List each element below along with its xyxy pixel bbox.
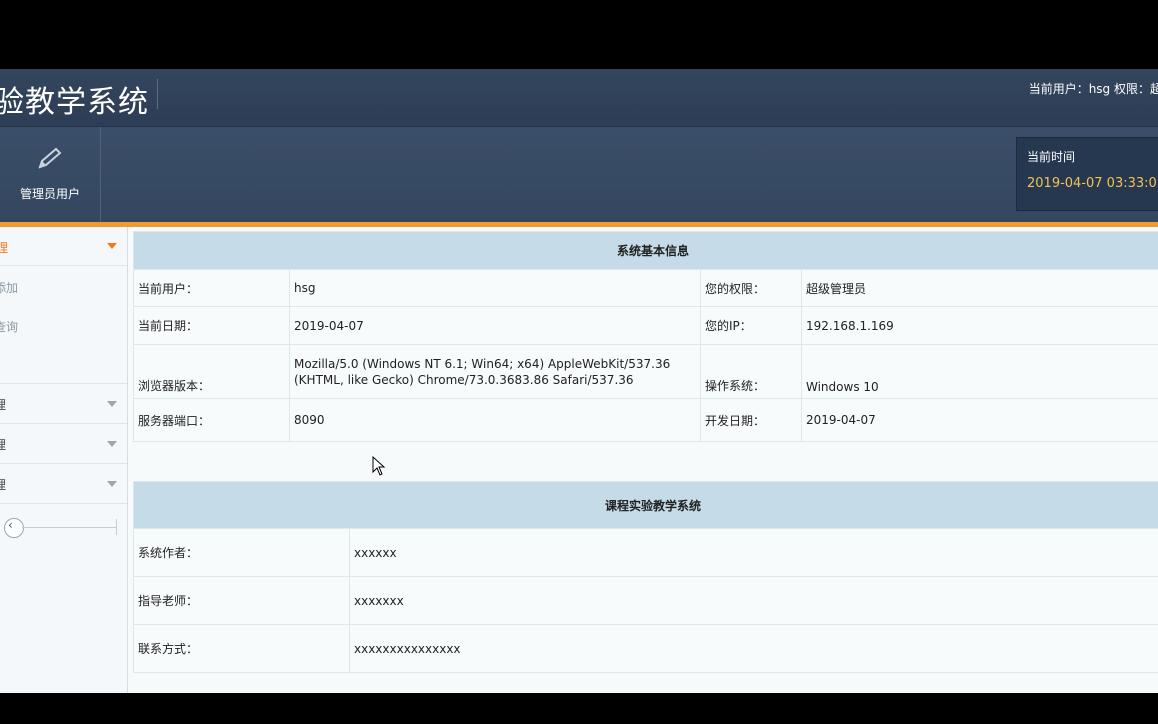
app-title: 验教学系统: [0, 85, 149, 120]
cell-value: 192.168.1.169: [801, 306, 1158, 345]
caret-down-icon: [107, 243, 117, 249]
sidebar-group-2[interactable]: 理: [0, 383, 127, 423]
cell-label: 当前用户：: [133, 269, 290, 307]
system-info-table: 系统基本信息 当前用户： hsg 您的权限： 超级管理员 当前日期： 2019-…: [133, 231, 1158, 442]
table-row: 系统作者： xxxxxx: [133, 528, 1158, 577]
sidebar-divider-end: [116, 519, 117, 535]
admin-user-label: 管理员用户: [19, 187, 80, 201]
cell-label: 服务器端口：: [133, 398, 290, 442]
cell-label: 联系方式：: [133, 624, 350, 673]
cell-value: 2019-04-07: [801, 398, 1158, 442]
sidebar-collapse-button[interactable]: ‹: [4, 518, 24, 538]
cell-label: 开发日期：: [700, 398, 802, 442]
caret-down-icon: [107, 481, 117, 487]
top-header: 验教学系统 当前用户：hsg 权限：超: [0, 69, 1158, 127]
time-value: 2019-04-07 03:33:01 P: [1027, 176, 1158, 191]
caret-down-icon: [107, 401, 117, 407]
pencil-icon: [38, 147, 62, 169]
cell-value: hsg: [289, 269, 701, 307]
browser-version-cell: Mozilla/5.0 (Windows NT 6.1; Win64; x64)…: [289, 344, 701, 399]
cell-value: Windows 10: [801, 344, 1158, 399]
mouse-cursor-icon: [372, 456, 386, 476]
admin-user-button[interactable]: 管理员用户: [0, 127, 101, 222]
cell-label: 当前日期：: [133, 306, 290, 345]
cell-value: xxxxxxxxxxxxxxx: [349, 624, 1158, 673]
sidebar-divider: [22, 527, 116, 528]
sidebar-item-query[interactable]: 查询: [0, 318, 18, 335]
table-row: 指导老师： xxxxxxx: [133, 576, 1158, 625]
sidebar-group-label: 理: [0, 478, 7, 492]
main-content: 系统基本信息 当前用户： hsg 您的权限： 超级管理员 当前日期： 2019-…: [128, 227, 1158, 693]
cell-label: 系统作者：: [133, 528, 350, 577]
browser-version-line-2: (KHTML, like Gecko) Chrome/73.0.3683.86 …: [294, 372, 634, 387]
cell-label: 您的权限：: [700, 269, 802, 307]
cell-value: 2019-04-07: [289, 306, 701, 345]
chevron-left-icon: ‹: [8, 518, 13, 532]
sidebar-group-label: 理: [0, 398, 7, 412]
time-label: 当前时间: [1027, 150, 1076, 164]
toolbar: 管理员用户 当前时间 2019-04-07 03:33:01 P: [0, 127, 1158, 222]
caret-down-icon: [107, 441, 117, 447]
sidebar-group-3[interactable]: 理: [0, 423, 127, 463]
course-info-table: 课程实验教学系统 系统作者： xxxxxx 指导老师： xxxxxxx 联系方式…: [133, 481, 1158, 673]
sidebar-group-active[interactable]: 理: [0, 227, 127, 266]
current-user-info: 当前用户：hsg 权限：超: [1028, 82, 1158, 96]
cell-label: 操作系统：: [700, 344, 802, 399]
system-info-title: 系统基本信息: [133, 231, 1158, 270]
title-divider: [157, 79, 158, 109]
table-row: 联系方式： xxxxxxxxxxxxxxx: [133, 624, 1158, 673]
table-row: 服务器端口： 8090 开发日期： 2019-04-07: [133, 398, 1158, 442]
sidebar-group-label: 理: [0, 241, 9, 255]
cell-value: 超级管理员: [801, 269, 1158, 307]
app-window: 验教学系统 当前用户：hsg 权限：超 管理员用户 当前时间 2019-04-0…: [0, 69, 1158, 693]
sidebar-group-label: 理: [0, 438, 7, 452]
browser-version-line-1: Mozilla/5.0 (Windows NT 6.1; Win64; x64)…: [294, 356, 671, 371]
cell-label: 指导老师：: [133, 576, 350, 625]
sidebar-group-4[interactable]: 理: [0, 463, 127, 504]
cell-value: xxxxxxx: [349, 576, 1158, 625]
course-info-title: 课程实验教学系统: [133, 481, 1158, 529]
cell-label: 浏览器版本：: [133, 344, 290, 399]
sidebar-item-add[interactable]: 添加: [0, 279, 18, 296]
cell-value: xxxxxx: [349, 528, 1158, 577]
sidebar: 理 添加 查询 理 理 理 ‹: [0, 227, 128, 693]
table-row: 浏览器版本： Mozilla/5.0 (Windows NT 6.1; Win6…: [133, 344, 1158, 399]
current-time-panel: 当前时间 2019-04-07 03:33:01 P: [1016, 137, 1158, 211]
table-row: 当前用户： hsg 您的权限： 超级管理员: [133, 269, 1158, 307]
cell-value: 8090: [289, 398, 701, 442]
cell-label: 您的IP：: [700, 306, 802, 345]
table-row: 当前日期： 2019-04-07 您的IP： 192.168.1.169: [133, 306, 1158, 345]
